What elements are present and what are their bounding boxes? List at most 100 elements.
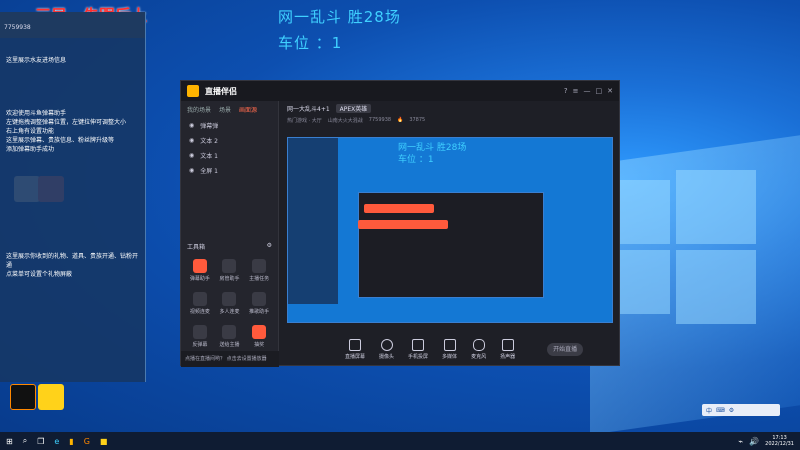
windows-logo-pane [676, 170, 756, 244]
multimedia-button[interactable]: 多媒体 [442, 338, 458, 360]
layer-item[interactable]: ◉ 文本 1 [181, 148, 278, 163]
ctrl-label: 麦克风 [471, 353, 487, 360]
entry-info-line: 这里展示水友进场信息 [6, 57, 67, 64]
tool-label: 反弹幕 [192, 342, 208, 348]
info-line: 这里展示弹幕、贵族信息、粉丝牌升级等 [6, 137, 115, 144]
settings-icon[interactable]: ⚙ [729, 407, 734, 414]
network-icon[interactable]: ⌁ [738, 437, 743, 446]
gift-info-line: 这里展示你收到的礼物、道具、贵族开通、钻粉开通 [6, 253, 139, 269]
ctrl-label: 摄像头 [379, 353, 395, 360]
tool-danmu-assistant[interactable]: 弹幕助手 [187, 259, 213, 282]
layer-item[interactable]: ◉ 文本 2 [181, 133, 278, 148]
ctrl-label: 多媒体 [442, 353, 458, 360]
phone-cast-button[interactable]: 手机投屏 [408, 338, 429, 360]
preview-subtitle: 车位 ：1 [398, 155, 434, 165]
close-icon[interactable]: ✕ [607, 87, 613, 95]
settings-icon[interactable]: ⚙ [267, 242, 272, 251]
stream-tag[interactable]: APEX英雄 [335, 103, 372, 113]
task-icon [252, 259, 267, 273]
tool-video-link[interactable]: 视频连麦 [187, 292, 213, 315]
live-companion-window[interactable]: 直播伴侣 ? ≡ — □ ✕ 我的场景 场景 画面源 ◉ 弹幕弹 ◉ 文本 2 ◉ 文… [180, 80, 621, 367]
ime-mode[interactable]: 中 [706, 406, 712, 415]
tool-room-admin[interactable]: 房管助手 [217, 259, 243, 282]
tool-gift[interactable]: 送给主播 [217, 325, 243, 348]
eye-icon[interactable]: ◉ [189, 152, 194, 159]
tool-label: 多人连麦 [219, 309, 240, 315]
room-id: 7759938 [4, 24, 31, 31]
windows-start-icon[interactable]: ⊞ [6, 437, 13, 446]
companion-taskbar-icon[interactable]: ▮ [69, 437, 73, 446]
layer-item[interactable]: ◉ 全屏 1 [181, 163, 278, 178]
edge-icon[interactable]: e [54, 437, 59, 446]
microphone-button[interactable]: 麦克风 [471, 338, 487, 360]
desktop-icon-game[interactable] [10, 384, 36, 410]
stream-title[interactable]: 网一大乱斗4+1 [287, 104, 330, 113]
ctrl-label: 直播屏幕 [345, 353, 366, 360]
layer-label: 文本 2 [200, 138, 218, 145]
help-icon[interactable]: ? [564, 87, 568, 95]
category[interactable]: 热门游戏 · 大厅 [287, 117, 322, 124]
tool-song-assistant[interactable]: 推歌助手 [246, 292, 272, 315]
tool-label: 房管助手 [219, 276, 240, 282]
ime-toolbar[interactable]: 中 ⌨ ⚙ [702, 404, 780, 416]
speaker-button[interactable]: 扬声器 [500, 338, 516, 360]
screen-capture-button[interactable]: 直播屏幕 [345, 338, 366, 360]
layer-label: 弹幕弹 [200, 123, 219, 130]
monitor-icon [349, 338, 361, 351]
layer-item[interactable]: ◉ 弹幕弹 [181, 118, 278, 133]
tool-streamer-task[interactable]: 主播任务 [246, 259, 272, 282]
windows-logo-pane [676, 250, 756, 324]
tab-scenes[interactable]: 场景 [219, 105, 231, 114]
room-name: 山南大火大混战 [327, 117, 363, 124]
app-taskbar-icon[interactable]: ■ [100, 437, 108, 446]
ctrl-label: 手机投屏 [408, 353, 429, 360]
tool-label: 主播任务 [249, 276, 270, 282]
eye-icon[interactable]: ◉ [189, 137, 194, 144]
overlay-subtitle: 车位 ：1 [278, 34, 343, 52]
minimize-icon[interactable]: — [584, 87, 591, 95]
phone-icon [412, 338, 425, 351]
play-icon [443, 338, 456, 351]
main-area: 网一大乱斗4+1 APEX英雄 热门游戏 · 大厅 山南大火大混战 775993… [279, 101, 621, 367]
stream-preview[interactable]: 网一乱斗 胜28场 车位 ：1 [287, 137, 613, 323]
menu-icon[interactable]: ≡ [573, 87, 579, 95]
app-name: 直播伴侣 [205, 86, 237, 96]
eye-icon[interactable]: ◉ [189, 122, 194, 129]
tool-label: 送给主播 [219, 342, 240, 348]
camera-button[interactable]: 摄像头 [379, 338, 395, 360]
orange-popup [358, 220, 448, 229]
preview-left-panel [288, 138, 338, 304]
info-line: 添加弹幕助手成功 [6, 146, 55, 153]
search-icon[interactable]: ⌕ [23, 436, 27, 446]
info-line: 右上角有设置功能 [6, 128, 55, 135]
task-view-icon[interactable]: ❐ [37, 437, 44, 446]
eye-icon[interactable]: ◉ [189, 167, 194, 174]
microphone-icon [472, 338, 485, 351]
overlay-title: 网一乱斗 胜28场 [278, 8, 401, 26]
clock[interactable]: 17:13 2022/12/31 [765, 435, 794, 447]
tool-lottery[interactable]: 抽奖 [246, 325, 272, 348]
room-number: 7759938 [368, 117, 392, 123]
player-hint[interactable]: 点播在直播间哟？ 点击去设置播放器 [181, 351, 279, 367]
fire-icon: 🔥 [397, 117, 404, 123]
toolbox-header: 工具箱 ⚙ [181, 242, 278, 251]
volume-icon[interactable]: 🔊 [749, 437, 759, 446]
layer-label: 全屏 1 [200, 168, 218, 175]
tool-multi-link[interactable]: 多人连麦 [217, 292, 243, 315]
ctrl-label: 扬声器 [500, 353, 516, 360]
start-stream-button[interactable]: 开始直播 [547, 342, 584, 356]
tab-sources[interactable]: 画面源 [239, 105, 257, 114]
tab-my-scenes[interactable]: 我的场景 [187, 105, 211, 114]
danmu-assistant-panel[interactable]: 7759938 这里展示水友进场信息 欢迎使用斗鱼弹幕助手 左键拖拽调整弹幕位置… [0, 12, 146, 382]
keyboard-icon[interactable]: ⌨ [716, 407, 725, 414]
desktop-icon-app[interactable] [38, 384, 64, 410]
gift-icon [222, 325, 237, 339]
lottery-icon [252, 325, 267, 339]
video-icon [192, 292, 207, 306]
maximize-icon[interactable]: □ [596, 87, 603, 95]
game-taskbar-icon[interactable]: G [84, 437, 90, 446]
group-icon [222, 292, 237, 306]
tool-anti-danmu[interactable]: 反弹幕 [187, 325, 213, 348]
clock-date: 2022/12/31 [765, 441, 794, 447]
panel-header: 7759938 [0, 12, 145, 38]
